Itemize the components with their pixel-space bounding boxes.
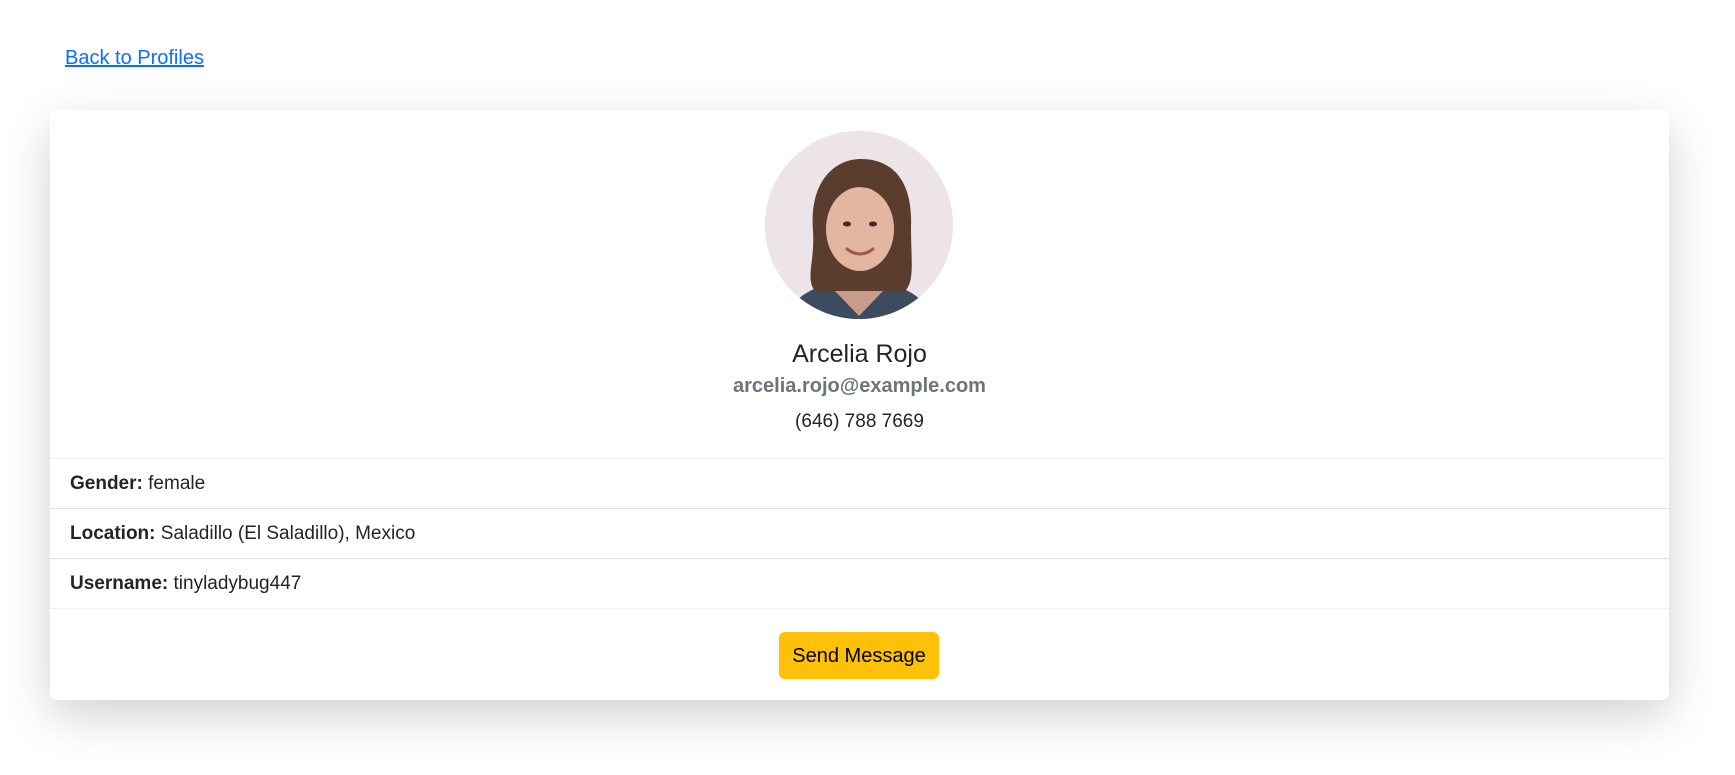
detail-value: Saladillo (El Saladillo), Mexico: [160, 523, 416, 544]
detail-username: Username: tinyladybug447: [50, 559, 1669, 609]
back-to-profiles-link[interactable]: Back to Profiles: [65, 44, 204, 72]
profile-photo-icon: [765, 131, 953, 319]
detail-value: female: [148, 473, 206, 494]
profile-header: Arcelia Rojo arcelia.rojo@example.com (6…: [50, 110, 1669, 458]
send-message-button[interactable]: Send Message: [779, 632, 939, 679]
profile-email: arcelia.rojo@example.com: [733, 375, 986, 397]
detail-label: Gender:: [70, 473, 143, 494]
detail-label: Location:: [70, 523, 156, 544]
profile-phone: (646) 788 7669: [795, 411, 924, 432]
profile-details-list: Gender: female Location: Saladillo (El S…: [50, 458, 1669, 609]
detail-location: Location: Saladillo (El Saladillo), Mexi…: [50, 509, 1669, 559]
detail-gender: Gender: female: [50, 459, 1669, 509]
avatar: [765, 131, 953, 319]
profile-card: Arcelia Rojo arcelia.rojo@example.com (6…: [50, 110, 1669, 700]
detail-value: tinyladybug447: [173, 573, 302, 594]
detail-label: Username:: [70, 573, 169, 594]
profile-name: Arcelia Rojo: [792, 340, 927, 368]
